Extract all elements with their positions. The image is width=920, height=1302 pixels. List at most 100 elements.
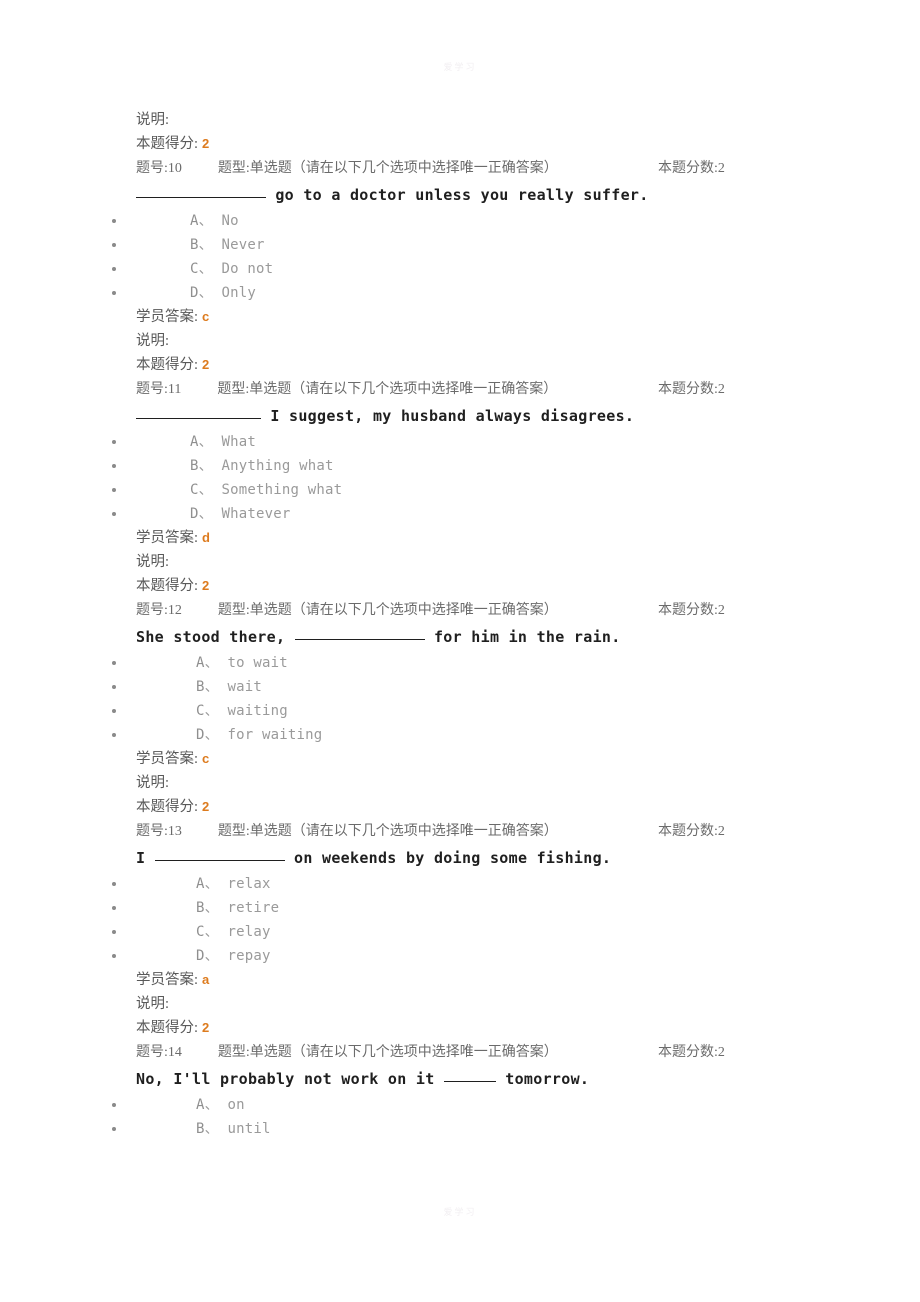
option-item[interactable]: B、 retire <box>0 896 920 920</box>
student-answer-row: 学员答案: c <box>0 305 920 329</box>
student-answer-value: d <box>202 530 210 545</box>
option-item[interactable]: B、 Never <box>0 233 920 257</box>
stem-text-after: go to a doctor unless you really suffer. <box>266 186 649 204</box>
option-item[interactable]: A、 What <box>0 430 920 454</box>
option-item[interactable]: C、 Something what <box>0 478 920 502</box>
option-text: waiting <box>227 703 288 719</box>
option-letter: A <box>196 876 205 892</box>
option-letter: C <box>190 261 199 277</box>
explanation-label: 说明: <box>136 333 170 349</box>
explanation-label: 说明: <box>136 775 170 791</box>
question-meta-row: 题号:12 题型:单选题（请在以下几个选项中选择唯一正确答案） 本题分数:2 <box>0 598 920 624</box>
option-separator: 、 <box>198 482 213 498</box>
score-value: 2 <box>202 136 210 151</box>
option-text: repay <box>227 948 271 964</box>
option-separator: 、 <box>198 213 213 229</box>
questions-container: 说明: 本题得分: 2 题号:10 题型:单选题（请在以下几个选项中选择唯一正确答案… <box>0 108 920 1141</box>
question-stem: She stood there, for him in the rain. <box>0 624 920 651</box>
question-block: 题号:11 题型:单选题（请在以下几个选项中选择唯一正确答案） 本题分数:2 I s… <box>0 377 920 598</box>
question-meta-row: 题号:11 题型:单选题（请在以下几个选项中选择唯一正确答案） 本题分数:2 <box>0 377 920 403</box>
question-stem: I on weekends by doing some fishing. <box>0 845 920 872</box>
option-item[interactable]: A、 on <box>0 1093 920 1117</box>
stem-text-after: I suggest, my husband always disagrees. <box>261 407 635 425</box>
score-earned-value: 2 <box>202 799 210 814</box>
option-letter: D <box>196 948 205 964</box>
option-item[interactable]: A、 relax <box>0 872 920 896</box>
question-meta-row: 题号:14 题型:单选题（请在以下几个选项中选择唯一正确答案） 本题分数:2 <box>0 1040 920 1066</box>
option-list: A、 No B、 Never C、 Do not D、 Only <box>0 209 920 305</box>
stem-text-before: She stood there, <box>136 628 295 646</box>
question-meta-row: 题号:10 题型:单选题（请在以下几个选项中选择唯一正确答案） 本题分数:2 <box>0 156 920 182</box>
option-letter: D <box>196 727 205 743</box>
explanation-row: 说明: <box>0 992 920 1016</box>
option-item[interactable]: D、 repay <box>0 944 920 968</box>
option-separator: 、 <box>204 655 219 671</box>
bullet-icon <box>112 440 116 444</box>
stem-text-after: tomorrow. <box>495 1070 590 1088</box>
option-letter: D <box>190 285 199 301</box>
bullet-icon <box>112 291 116 295</box>
option-item[interactable]: A、 No <box>0 209 920 233</box>
stem-text-before: No, I'll probably not work on it <box>136 1070 444 1088</box>
bullet-icon <box>112 709 116 713</box>
score-earned-row: 本题得分: 2 <box>0 574 920 598</box>
question-points: 本题分数:2 <box>658 603 725 618</box>
option-text: on <box>227 1097 245 1113</box>
option-item[interactable]: C、 waiting <box>0 699 920 723</box>
student-answer-row: 学员答案: a <box>0 968 920 992</box>
bullet-icon <box>112 685 116 689</box>
option-separator: 、 <box>204 679 219 695</box>
option-list: A、 to wait B、 wait C、 waiting D、 for waitin… <box>0 651 920 747</box>
option-separator: 、 <box>198 237 213 253</box>
question-number: 题号:13 <box>136 824 182 839</box>
score-label: 本题得分: <box>136 136 199 152</box>
fill-in-blank <box>443 1068 496 1082</box>
option-separator: 、 <box>198 458 213 474</box>
option-separator: 、 <box>204 703 219 719</box>
student-answer-label: 学员答案: <box>136 309 199 325</box>
option-text: Whatever <box>221 506 291 522</box>
student-answer-row: 学员答案: d <box>0 526 920 550</box>
student-answer-value: c <box>202 309 210 324</box>
option-separator: 、 <box>204 924 219 940</box>
bullet-icon <box>112 930 116 934</box>
option-item[interactable]: D、 Whatever <box>0 502 920 526</box>
option-separator: 、 <box>198 285 213 301</box>
option-separator: 、 <box>204 948 219 964</box>
score-earned-value: 2 <box>202 1020 210 1035</box>
option-separator: 、 <box>204 727 219 743</box>
question-number: 题号:11 <box>136 382 182 397</box>
option-item[interactable]: B、 until <box>0 1117 920 1141</box>
option-separator: 、 <box>204 1097 219 1113</box>
option-item[interactable]: D、 for waiting <box>0 723 920 747</box>
score-earned-label: 本题得分: <box>136 578 199 594</box>
bullet-icon <box>112 267 116 271</box>
bullet-icon <box>112 882 116 886</box>
option-separator: 、 <box>204 876 219 892</box>
option-letter: B <box>196 1121 205 1137</box>
score-earned-row: 本题得分: 2 <box>0 353 920 377</box>
option-item[interactable]: C、 relay <box>0 920 920 944</box>
question-stem: go to a doctor unless you really suffer. <box>0 182 920 209</box>
student-answer-label: 学员答案: <box>136 530 199 546</box>
fill-in-blank <box>154 847 285 861</box>
option-letter: B <box>196 900 205 916</box>
option-item[interactable]: A、 to wait <box>0 651 920 675</box>
option-item[interactable]: D、 Only <box>0 281 920 305</box>
bullet-icon <box>112 954 116 958</box>
option-text: What <box>221 434 256 450</box>
question-number: 题号:10 <box>136 161 182 176</box>
option-item[interactable]: B、 wait <box>0 675 920 699</box>
score-earned-value: 2 <box>202 357 210 372</box>
option-item[interactable]: C、 Do not <box>0 257 920 281</box>
score-earned-row: 本题得分: 2 <box>0 795 920 819</box>
option-text: until <box>227 1121 271 1137</box>
option-letter: A <box>196 1097 205 1113</box>
watermark-bottom: 爱学习 <box>443 1207 477 1217</box>
option-item[interactable]: B、 Anything what <box>0 454 920 478</box>
score-earned-row: 本题得分: 2 <box>0 1016 920 1040</box>
question-points: 本题分数:2 <box>658 161 725 176</box>
option-text: relay <box>227 924 271 940</box>
option-list: A、 on B、 until <box>0 1093 920 1141</box>
score-earned-label: 本题得分: <box>136 357 199 373</box>
